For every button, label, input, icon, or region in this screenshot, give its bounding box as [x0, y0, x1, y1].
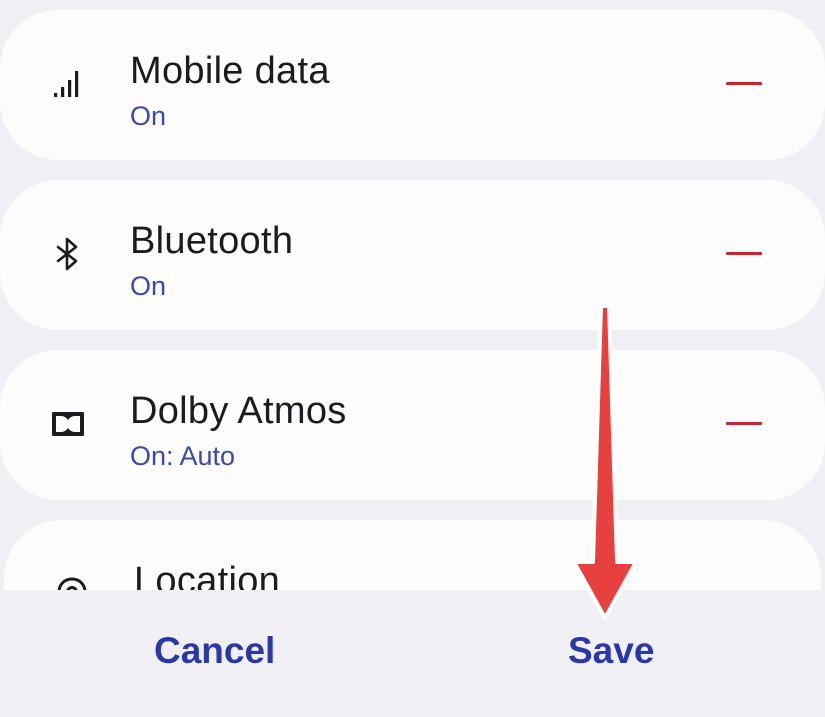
- dolby-icon: [50, 406, 86, 442]
- tile-status: On: [130, 101, 167, 131]
- tile-mobile-data[interactable]: Mobile data On: [0, 10, 825, 160]
- tile-dolby-atmos[interactable]: Dolby Atmos On: Auto: [0, 350, 825, 500]
- tile-title: Bluetooth: [130, 220, 294, 262]
- tile-title: Dolby Atmos: [130, 390, 347, 432]
- tile-title: Location: [134, 560, 281, 590]
- cancel-button[interactable]: Cancel: [154, 630, 275, 672]
- tile-status: On: [130, 271, 167, 301]
- tile-status: On: Auto: [130, 441, 236, 471]
- remove-mobile-data-button[interactable]: [726, 76, 764, 92]
- tile-list: Mobile data On Bluetooth On Dolby Atmos …: [0, 0, 825, 590]
- minus-icon: [726, 82, 762, 85]
- dialog-footer: Cancel Save: [0, 590, 825, 717]
- minus-icon: [726, 252, 762, 255]
- tile-bluetooth[interactable]: Bluetooth On: [0, 180, 825, 330]
- location-icon: [54, 576, 90, 590]
- remove-dolby-atmos-button[interactable]: [726, 416, 764, 432]
- tile-location[interactable]: Location: [4, 520, 821, 590]
- quick-panel-edit-screen: Mobile data On Bluetooth On Dolby Atmos …: [0, 0, 825, 717]
- bluetooth-icon: [50, 236, 86, 272]
- remove-bluetooth-button[interactable]: [726, 246, 764, 262]
- tile-title: Mobile data: [130, 50, 330, 92]
- save-button[interactable]: Save: [568, 630, 654, 672]
- minus-icon: [726, 422, 762, 425]
- signal-bars-icon: [50, 66, 86, 102]
